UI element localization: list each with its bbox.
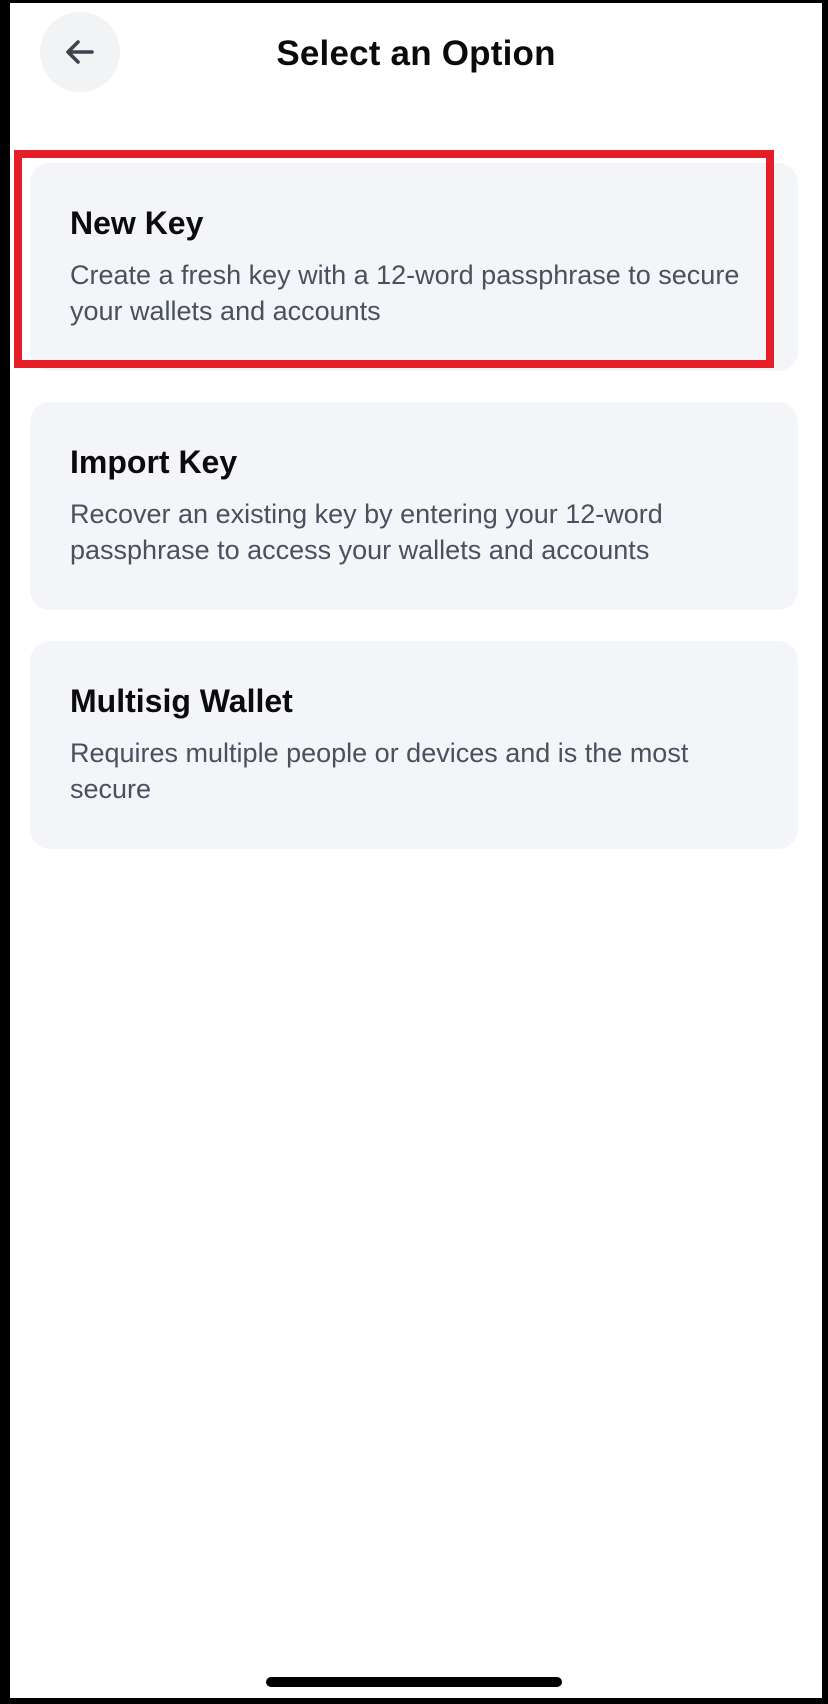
- option-title: Multisig Wallet: [70, 683, 293, 719]
- screen: Select an Option New Key Create a fresh …: [10, 3, 822, 1698]
- option-import-key[interactable]: Import Key Recover an existing key by en…: [30, 402, 798, 610]
- option-description: Recover an existing key by entering your…: [70, 499, 663, 565]
- option-description: Create a fresh key with a 12-word passph…: [70, 260, 740, 326]
- page-title: Select an Option: [276, 34, 556, 73]
- option-new-key[interactable]: New Key Create a fresh key with a 12-wor…: [30, 163, 798, 371]
- option-multisig-wallet[interactable]: Multisig Wallet Requires multiple people…: [30, 641, 798, 849]
- option-description: Requires multiple people or devices and …: [70, 738, 689, 804]
- option-title: Import Key: [70, 444, 238, 480]
- options-list: New Key Create a fresh key with a 12-wor…: [30, 163, 798, 880]
- header: Select an Option: [10, 3, 822, 103]
- home-indicator: [266, 1677, 562, 1687]
- option-title: New Key: [70, 205, 204, 241]
